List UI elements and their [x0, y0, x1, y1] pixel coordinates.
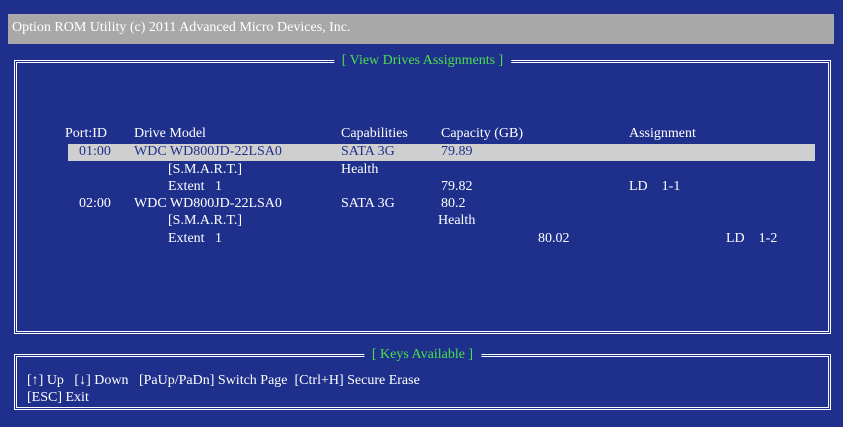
header-drive-model: Drive Model	[134, 126, 206, 141]
header-capacity: Capacity (GB)	[441, 126, 524, 141]
drives-assignment-panel: [ View Drives Assignments ] Port:ID Driv…	[14, 53, 831, 334]
row-drive-model[interactable]: [S.M.A.R.T.]	[168, 162, 242, 178]
row-capacity: 79.89	[441, 144, 473, 159]
row-capacity: 79.82	[441, 179, 473, 194]
row-assignment: LD 1-1	[629, 179, 681, 194]
row-drive-model[interactable]: Extent 1	[168, 231, 222, 247]
row-drive-model: WDC WD800JD-22LSA0	[134, 144, 282, 159]
row-capacity: 80.2	[441, 196, 466, 211]
row-drive-model[interactable]: [S.M.A.R.T.]	[168, 213, 242, 229]
keys-help-line: [↑] Up [↓] Down [PaUp/PaDn] Switch Page …	[27, 373, 420, 388]
row-capabilities: SATA 3G	[341, 196, 395, 211]
row-capacity: 80.02	[538, 231, 570, 246]
keys-help-line: [ESC] Exit	[27, 390, 89, 405]
row-drive-model[interactable]: WDC WD800JD-22LSA0	[134, 196, 282, 212]
row-port-id: 01:00	[79, 144, 111, 159]
row-capabilities: Health	[341, 162, 379, 177]
header-assignment: Assignment	[629, 126, 696, 141]
window-title: Option ROM Utility (c) 2011 Advanced Mic…	[12, 20, 351, 35]
row-assignment: LD 1-2	[726, 231, 778, 246]
row-drive-model[interactable]: Extent 1	[168, 179, 222, 195]
header-port-id: Port:ID	[65, 126, 107, 141]
row-capabilities: SATA 3G	[341, 144, 395, 159]
drives-panel-title: [ View Drives Assignments ]	[333, 53, 512, 69]
header-capabilities: Capabilities	[341, 126, 408, 141]
keys-available-panel: [ Keys Available ] [↑] Up [↓] Down [PaUp…	[14, 347, 831, 410]
row-capacity: Health	[438, 213, 476, 228]
title-bar: Option ROM Utility (c) 2011 Advanced Mic…	[8, 14, 834, 44]
row-port-id: 02:00	[79, 196, 111, 211]
keys-panel-title: [ Keys Available ]	[363, 347, 482, 363]
